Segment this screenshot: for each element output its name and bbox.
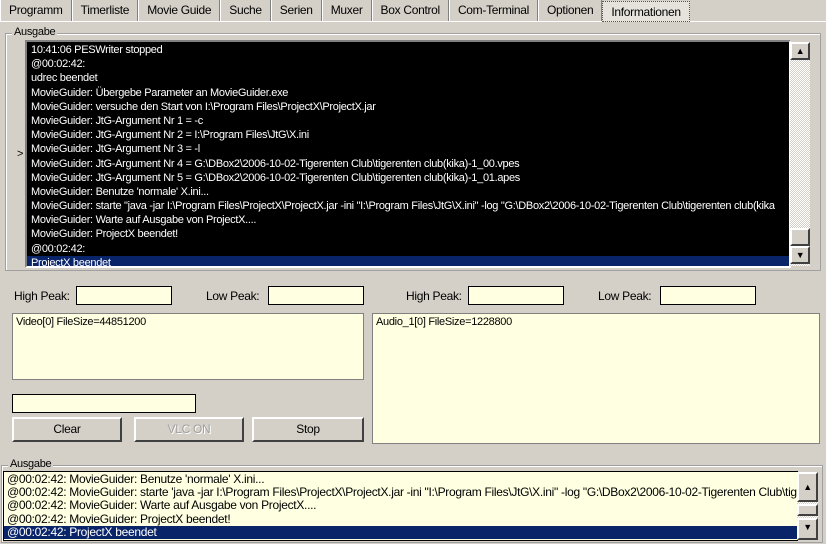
vlc-on-button[interactable]: VLC ON [134, 417, 244, 442]
command-input[interactable] [12, 394, 196, 413]
log-line[interactable]: MovieGuider: JtG-Argument Nr 4 = G:\DBox… [27, 157, 789, 171]
log-line[interactable]: 10:41:06 PESWriter stopped [27, 43, 789, 57]
tab-programm[interactable]: Programm [0, 0, 72, 21]
bottom-output-group-title: Ausgabe [8, 458, 54, 470]
tab-movie-guide[interactable]: Movie Guide [138, 0, 221, 21]
scroll-down-icon[interactable]: ▼ [797, 518, 818, 540]
bottom-log-scrollbar[interactable]: ▲ ▼ [797, 472, 818, 540]
log-line[interactable]: @00:02:42: MovieGuider: ProjectX beendet… [4, 512, 797, 526]
log-line[interactable]: MovieGuider: Benutze 'normale' X.ini... [27, 185, 789, 199]
log-line[interactable]: MovieGuider: starte "java -jar I:\Progra… [27, 199, 789, 213]
scroll-up-icon[interactable]: ▲ [790, 42, 810, 60]
log-line[interactable]: MovieGuider: JtG-Argument Nr 5 = G:\DBox… [27, 171, 789, 185]
log-line[interactable]: @00:02:42: [27, 57, 789, 71]
output-group-title: Ausgabe [12, 26, 58, 38]
log-line[interactable]: MovieGuider: JtG-Argument Nr 1 = -c [27, 114, 789, 128]
scroll-up-icon[interactable]: ▲ [797, 472, 818, 502]
video-low-peak-label: Low Peak: [206, 289, 260, 303]
audio-info-box[interactable]: Audio_1[0] FileSize=1228800 [372, 313, 820, 444]
tab-informationen[interactable]: Informationen [602, 1, 690, 22]
tab-serien[interactable]: Serien [270, 0, 322, 21]
log-line[interactable]: MovieGuider: Warte auf Ausgabe von Proje… [27, 213, 789, 227]
video-low-peak-input[interactable] [268, 286, 364, 305]
bottom-output-log[interactable]: @00:02:42: MovieGuider: Benutze 'normale… [3, 471, 798, 541]
tab-com-terminal[interactable]: Com-Terminal [448, 0, 539, 21]
current-line-marker: > [17, 148, 24, 160]
stop-button[interactable]: Stop [252, 417, 364, 442]
log-line[interactable]: ProjectX beendet [27, 255, 789, 266]
tab-muxer[interactable]: Muxer [321, 0, 372, 21]
log-line[interactable]: @00:02:42: ProjectX beendet [4, 525, 797, 539]
log-line[interactable]: MovieGuider: ProjectX beendet! [27, 227, 789, 241]
audio-low-peak-input[interactable] [660, 286, 756, 305]
log-line[interactable]: @00:02:42: MovieGuider: Warte auf Ausgab… [4, 499, 797, 512]
log-line[interactable]: MovieGuider: Übergebe Parameter an Movie… [27, 86, 789, 100]
scroll-down-icon[interactable]: ▼ [790, 246, 810, 264]
log-line[interactable]: MovieGuider: versuche den Start von I:\P… [27, 100, 789, 114]
video-high-peak-input[interactable] [76, 286, 172, 305]
scroll-thumb[interactable] [790, 228, 810, 246]
audio-high-peak-input[interactable] [468, 286, 564, 305]
audio-low-peak-label: Low Peak: [598, 289, 652, 303]
tab-optionen[interactable]: Optionen [538, 0, 603, 21]
log-line[interactable]: udrec beendet [27, 71, 789, 85]
log-line[interactable]: @00:02:42: [27, 242, 789, 256]
tab-box-control[interactable]: Box Control [371, 0, 449, 21]
tab-suche[interactable]: Suche [220, 0, 271, 21]
log-line[interactable]: MovieGuider: JtG-Argument Nr 2 = I:\Prog… [27, 128, 789, 142]
tab-timerliste[interactable]: Timerliste [71, 0, 139, 21]
output-log[interactable]: 10:41:06 PESWriter stopped @00:02:42: udre… [25, 40, 791, 268]
audio-high-peak-label: High Peak: [406, 289, 462, 303]
output-log-scrollbar[interactable]: ▲ ▼ [790, 42, 810, 266]
clear-button[interactable]: Clear [12, 417, 122, 442]
video-info-box[interactable]: Video[0] FileSize=44851200 [12, 313, 364, 380]
tab-bar: Programm Timerliste Movie Guide Suche Serien… [0, 0, 826, 22]
scroll-thumb[interactable] [797, 504, 818, 516]
log-line[interactable]: MovieGuider: JtG-Argument Nr 3 = -l [27, 142, 789, 156]
video-high-peak-label: High Peak: [14, 289, 70, 303]
